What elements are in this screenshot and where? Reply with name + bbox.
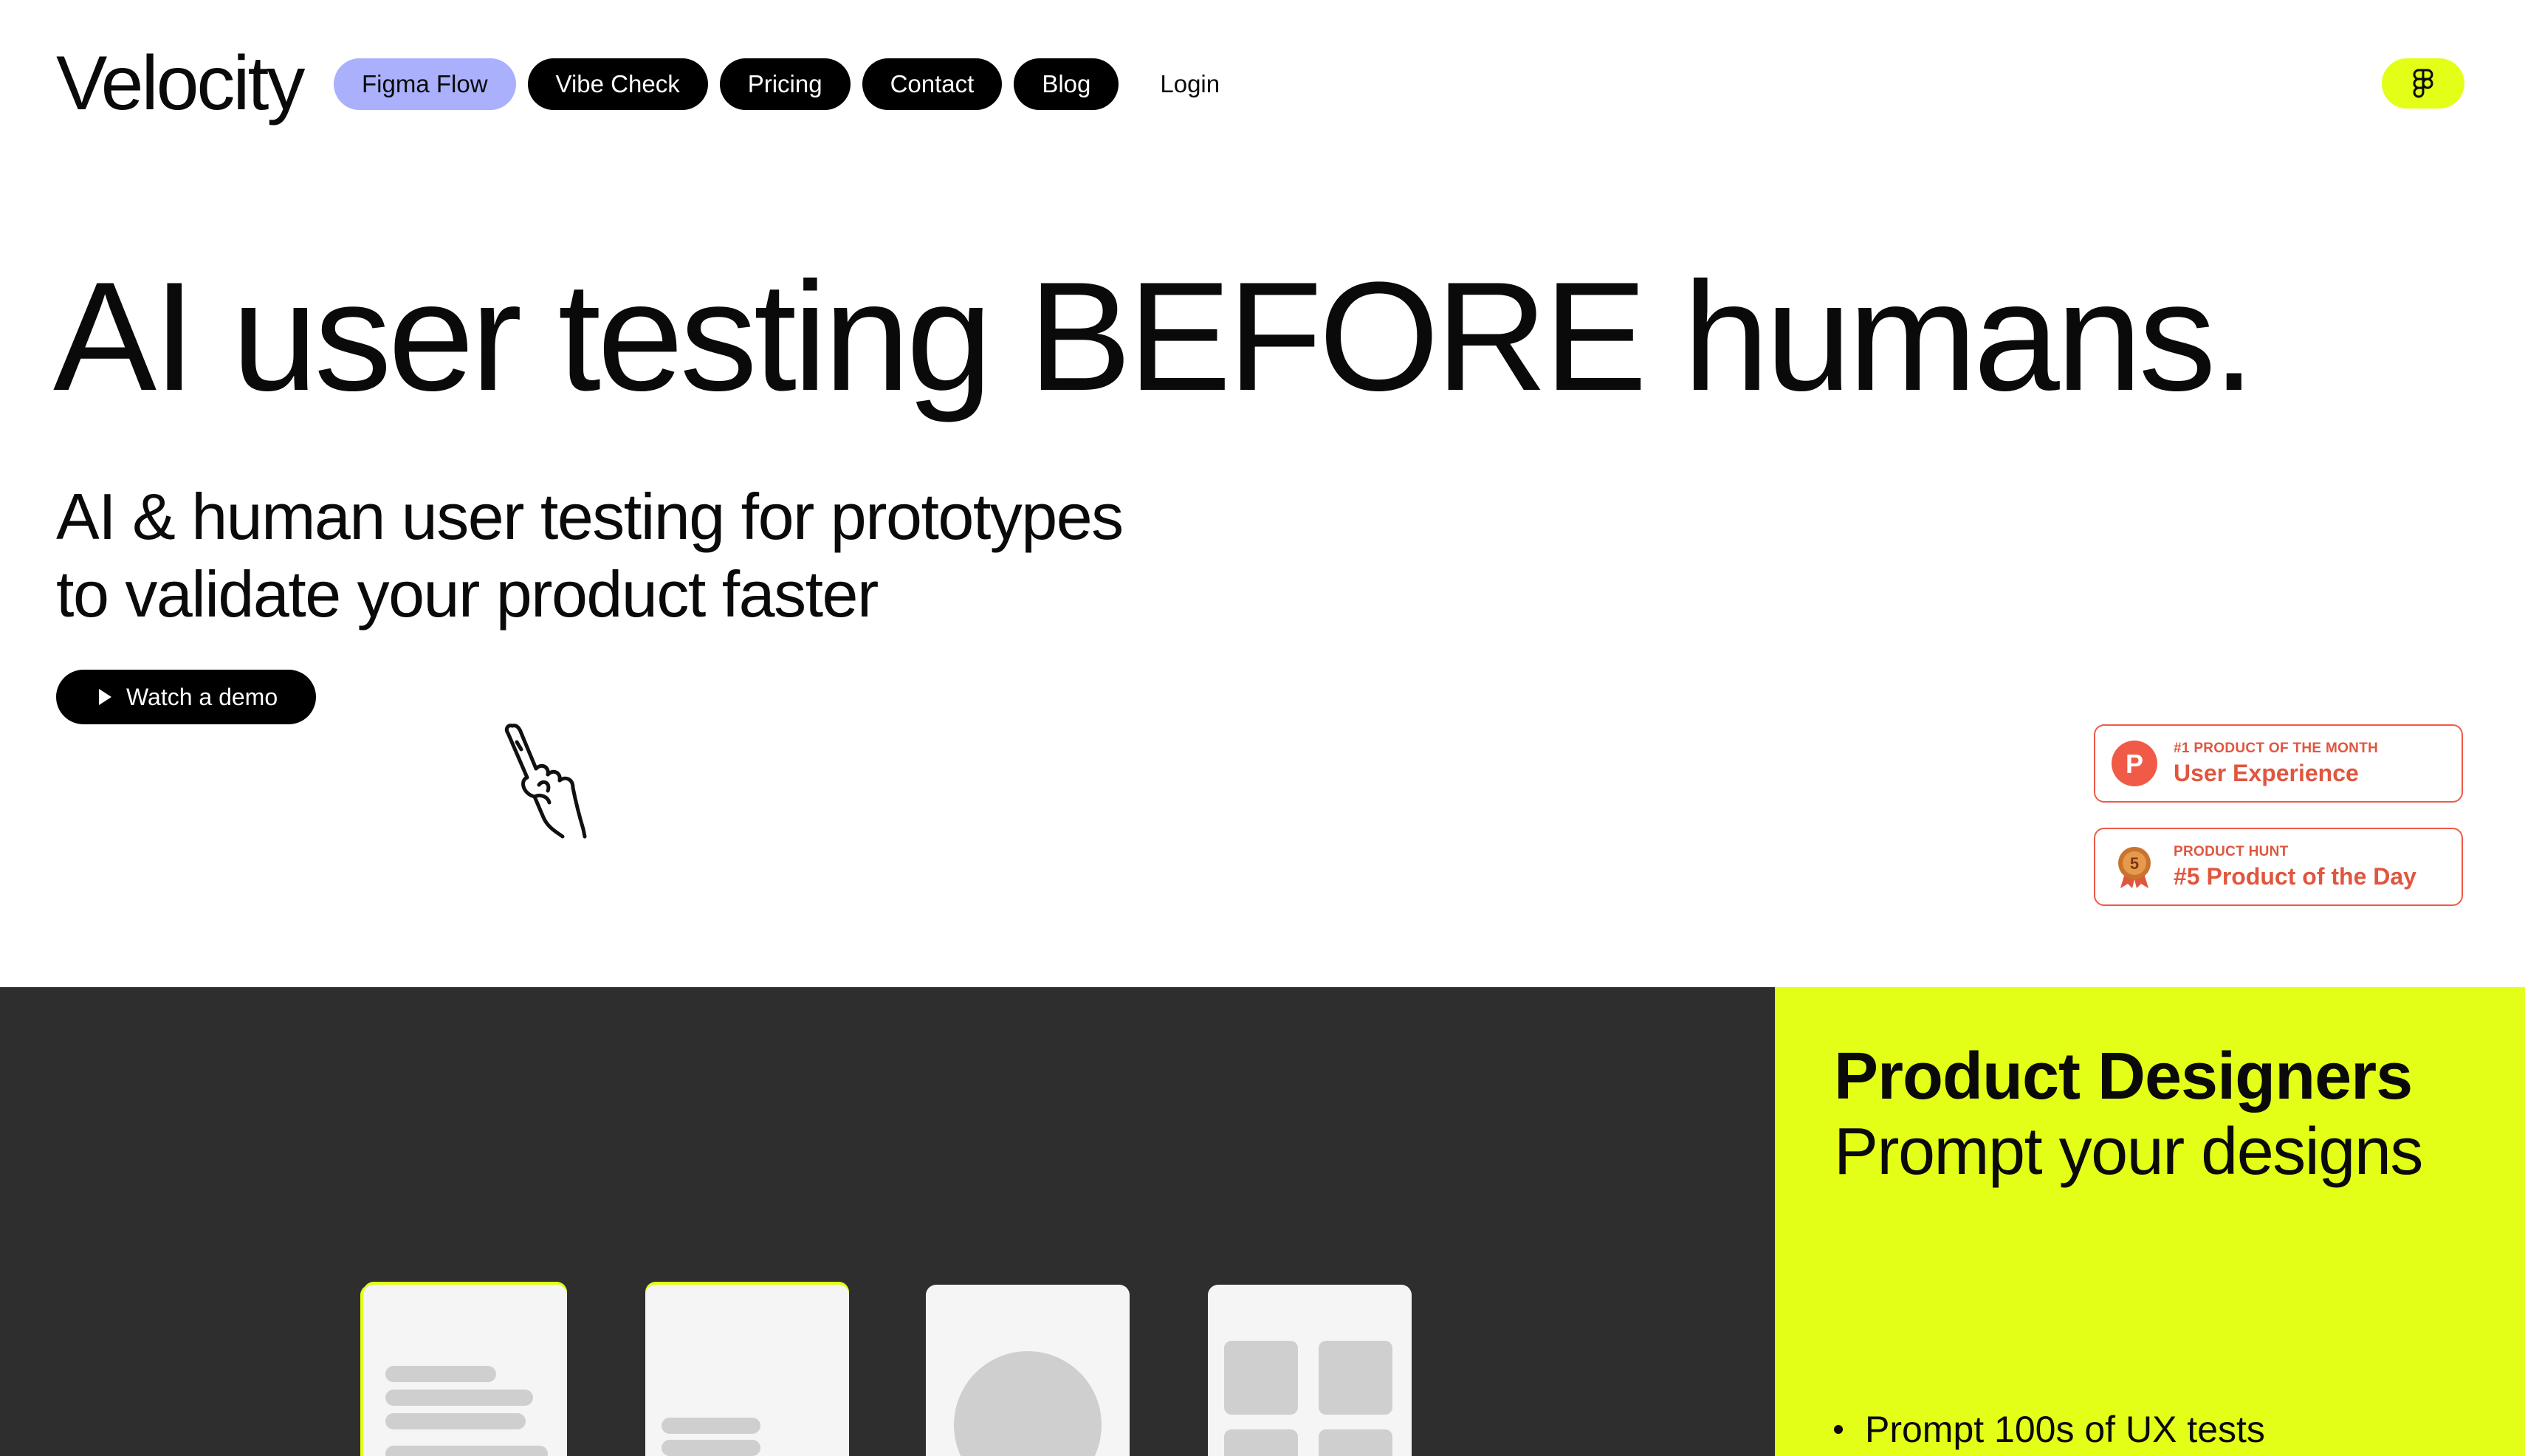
figma-plugin-button[interactable] [2382, 58, 2464, 109]
watch-demo-button[interactable]: Watch a demo [56, 670, 316, 724]
prototype-card-circle [926, 1285, 1130, 1456]
feature-subtitle: Prompt your designs [1834, 1115, 2423, 1189]
badge-title: User Experience [2174, 759, 2359, 786]
badge-title: #5 Product of the Day [2174, 862, 2416, 890]
badge-kicker: #1 PRODUCT OF THE MONTH [2174, 740, 2379, 756]
nav-login[interactable]: Login [1160, 70, 1220, 98]
nav-contact[interactable]: Contact [862, 58, 1003, 110]
prototype-preview-panel [0, 987, 1775, 1456]
nav-figma-flow[interactable]: Figma Flow [334, 58, 516, 110]
feature-title: Product Designers [1834, 1040, 2413, 1113]
nav-pricing[interactable]: Pricing [719, 58, 851, 110]
product-designers-panel: Product Designers Prompt your designs Pr… [1775, 987, 2525, 1456]
watch-demo-label: Watch a demo [126, 683, 278, 710]
hero-subtitle: AI & human user testing for prototypes t… [56, 478, 1124, 633]
nav-blog[interactable]: Blog [1014, 58, 1119, 110]
hero-subtitle-line-1: AI & human user testing for prototypes [56, 480, 1124, 553]
badge-product-of-day[interactable]: 5 PRODUCT HUNT #5 Product of the Day [2094, 828, 2463, 906]
prototype-card-list [645, 1285, 849, 1456]
prototype-card-grid [1208, 1285, 1412, 1456]
nav-vibe-check[interactable]: Vibe Check [527, 58, 708, 110]
hero-subtitle-line-2: to validate your product faster [56, 557, 879, 631]
main-nav: Figma Flow Vibe Check Pricing Contact Bl… [334, 58, 1220, 110]
feature-bullets: Prompt 100s of UX tests [1834, 1408, 2265, 1451]
product-hunt-icon: P [2112, 741, 2157, 786]
badge-product-of-month[interactable]: P #1 PRODUCT OF THE MONTH User Experienc… [2094, 724, 2463, 803]
hero-title: AI user testing BEFORE humans. [53, 250, 2256, 423]
svg-text:P: P [2126, 749, 2143, 779]
play-icon [99, 689, 111, 705]
logo[interactable]: Velocity [56, 41, 305, 126]
svg-text:5: 5 [2130, 854, 2139, 873]
pointing-hand-icon [504, 724, 587, 839]
medal-icon: 5 [2118, 847, 2151, 888]
prototype-card-text [363, 1285, 567, 1456]
badge-kicker: PRODUCT HUNT [2174, 843, 2289, 859]
feature-bullet: Prompt 100s of UX tests [1834, 1408, 2265, 1451]
figma-icon [2413, 69, 2433, 98]
